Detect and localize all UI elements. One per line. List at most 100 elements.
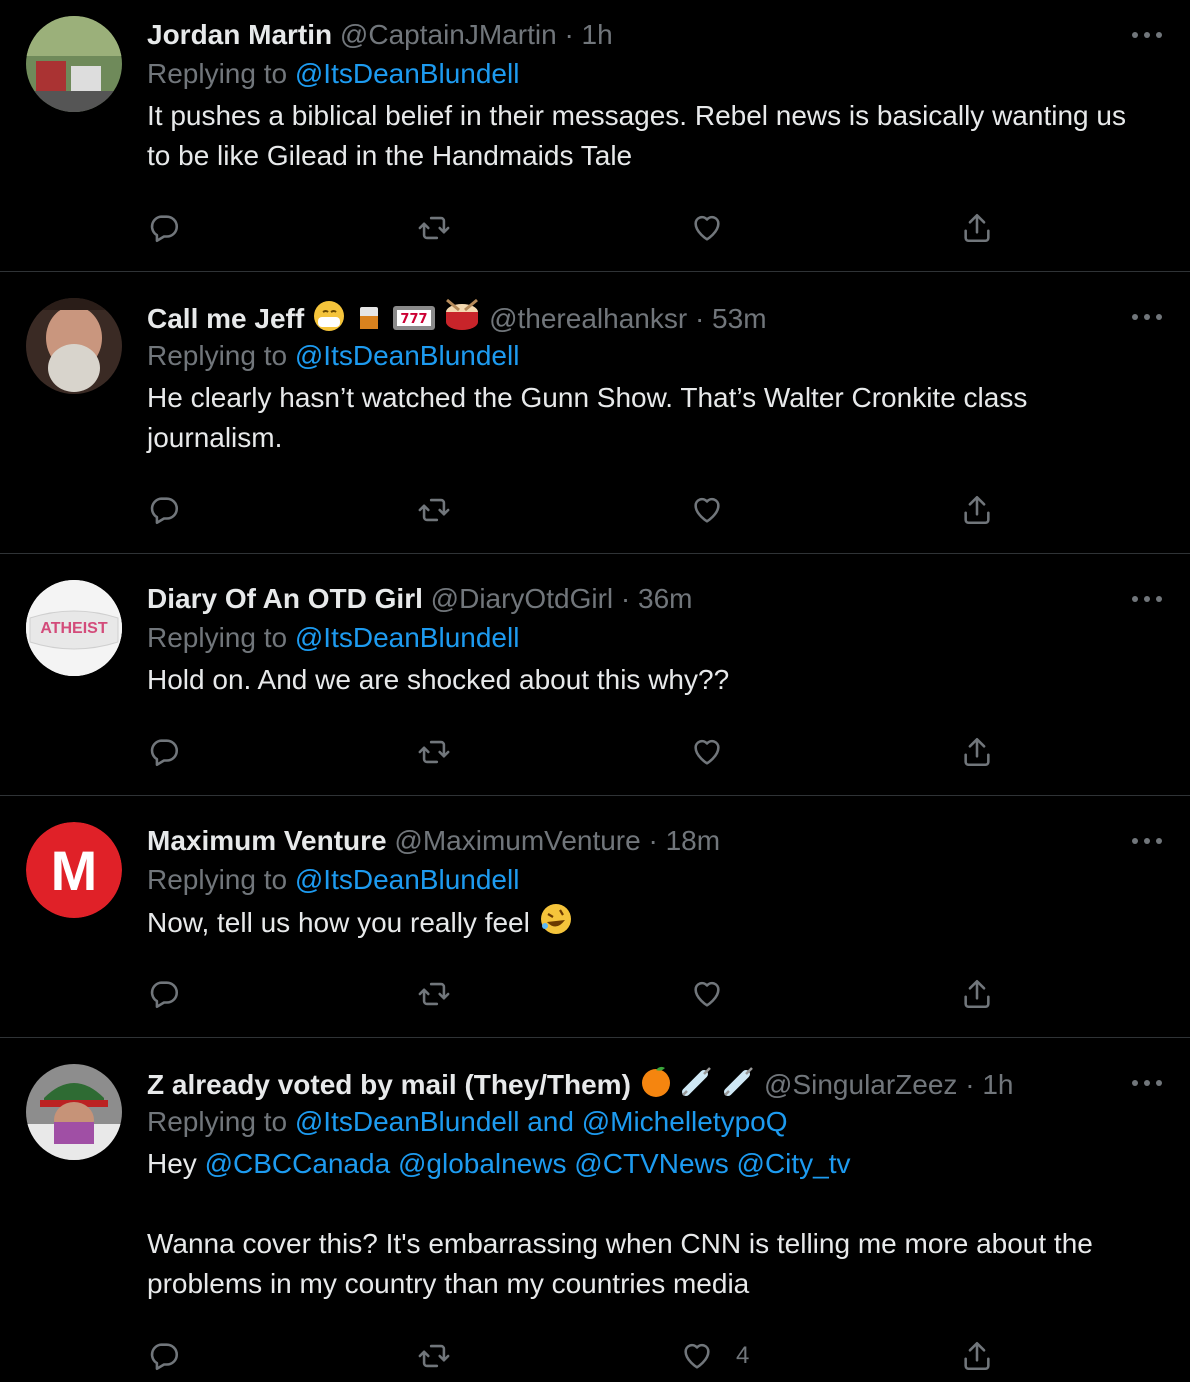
avatar[interactable] — [26, 16, 122, 112]
share-icon — [964, 737, 990, 767]
timestamp[interactable]: 36m — [638, 583, 692, 614]
share-icon — [964, 495, 990, 525]
more-options-icon[interactable] — [1130, 836, 1164, 846]
like-count: 4 — [736, 1342, 750, 1369]
user-handle[interactable]: @SingularZeez — [764, 1069, 957, 1100]
replying-to: Replying to @ItsDeanBlundell — [147, 864, 520, 895]
avatar[interactable] — [26, 298, 122, 394]
tweet-text: Now, tell us how you really feel — [147, 902, 1150, 947]
reply-button[interactable] — [147, 732, 181, 772]
timestamp[interactable]: 1h — [582, 19, 613, 50]
timestamp[interactable]: 53m — [712, 303, 766, 334]
svg-text:777: 777 — [400, 312, 427, 327]
tweet-text: Hold on. And we are shocked about this w… — [147, 664, 730, 695]
retweet-icon — [418, 982, 450, 1006]
tweet-mentions-line: Hey @CBCCanada @globalnews @CTVNews @Cit… — [147, 1148, 851, 1179]
like-button[interactable] — [690, 732, 746, 772]
reply-icon — [150, 981, 179, 1009]
like-button[interactable]: 4 — [680, 1336, 749, 1376]
share-button[interactable] — [960, 974, 994, 1014]
like-button[interactable] — [690, 208, 746, 248]
avatar[interactable] — [26, 1064, 122, 1160]
more-options-icon[interactable] — [1130, 1078, 1164, 1088]
retweet-button[interactable] — [417, 732, 451, 772]
heart-icon — [684, 1343, 710, 1369]
tweet[interactable]: Jordan Martin @CaptainJMartin · 1h Reply… — [0, 0, 1190, 272]
mention-link[interactable]: @City_tv — [737, 1148, 851, 1179]
reply-button[interactable] — [147, 208, 181, 248]
mention-link[interactable]: @ItsDeanBlundell — [295, 340, 520, 371]
tweet-header: Diary Of An OTD Girl @DiaryOtdGirl · 36m — [147, 583, 693, 614]
like-button[interactable] — [690, 974, 746, 1014]
user-handle[interactable]: @MaximumVenture — [394, 825, 640, 856]
tweet[interactable]: Z already voted by mail (They/Them) @Sin… — [0, 1038, 1190, 1382]
tweet-text: It pushes a biblical belief in their mes… — [147, 100, 1126, 171]
share-icon — [964, 213, 990, 243]
tweet[interactable]: M Maximum Venture @MaximumVenture · 18m … — [0, 796, 1190, 1038]
display-name[interactable]: Call me Jeff — [147, 303, 304, 334]
action-bar — [147, 490, 1007, 530]
share-button[interactable] — [960, 1336, 994, 1376]
more-options-icon[interactable] — [1130, 594, 1164, 604]
heart-icon — [694, 981, 720, 1007]
tweet[interactable]: Call me Jeff 777 @therealhanksr · 53m Re… — [0, 272, 1190, 554]
heart-icon — [694, 739, 720, 765]
retweet-button[interactable] — [417, 1336, 451, 1376]
replying-to: Replying to @ItsDeanBlundell and @Michel… — [147, 1106, 788, 1137]
retweet-icon — [418, 1344, 450, 1368]
mention-link[interactable]: @ItsDeanBlundell — [295, 622, 520, 653]
user-handle[interactable]: @CaptainJMartin — [340, 19, 557, 50]
action-bar — [147, 974, 1007, 1014]
reply-button[interactable] — [147, 1336, 181, 1376]
user-handle[interactable]: @therealhanksr — [489, 303, 687, 334]
share-button[interactable] — [960, 732, 994, 772]
action-bar — [147, 208, 1007, 248]
display-name[interactable]: Diary Of An OTD Girl — [147, 583, 423, 614]
reply-icon — [150, 215, 179, 243]
avatar[interactable]: M — [26, 822, 122, 918]
mention-link[interactable]: @globalnews — [398, 1148, 567, 1179]
retweet-button[interactable] — [417, 208, 451, 248]
heart-icon — [694, 215, 720, 241]
replying-to: Replying to @ItsDeanBlundell — [147, 58, 520, 89]
more-options-icon[interactable] — [1130, 312, 1164, 322]
retweet-icon — [418, 216, 450, 240]
mention-link[interactable]: @ItsDeanBlundell — [295, 58, 520, 89]
tweet-header: Z already voted by mail (They/Them) @Sin… — [147, 1064, 1150, 1102]
timestamp[interactable]: 1h — [982, 1069, 1013, 1100]
mention-link[interactable]: @ItsDeanBlundell — [295, 1106, 520, 1137]
tweet-header: Jordan Martin @CaptainJMartin · 1h — [147, 19, 613, 50]
replying-to: Replying to @ItsDeanBlundell — [147, 340, 520, 371]
display-name[interactable]: Z already voted by mail (They/Them) — [147, 1069, 631, 1100]
timestamp[interactable]: 18m — [666, 825, 720, 856]
retweet-icon — [418, 740, 450, 764]
user-handle[interactable]: @DiaryOtdGirl — [431, 583, 613, 614]
avatar-text: ATHEIST — [40, 620, 107, 637]
avatar[interactable]: ATHEIST — [26, 580, 122, 676]
tweet-text: Wanna cover this? It's embarrassing when… — [147, 1228, 1093, 1299]
more-options-icon[interactable] — [1130, 30, 1164, 40]
retweet-icon — [418, 498, 450, 522]
tweet-text: He clearly hasn’t watched the Gunn Show.… — [147, 382, 1028, 453]
display-name[interactable]: Jordan Martin — [147, 19, 332, 50]
reply-button[interactable] — [147, 490, 181, 530]
reply-button[interactable] — [147, 974, 181, 1014]
tweet[interactable]: ATHEIST Diary Of An OTD Girl @DiaryOtdGi… — [0, 554, 1190, 796]
reply-icon — [150, 739, 179, 767]
action-bar: 4 — [147, 1336, 1007, 1376]
share-button[interactable] — [960, 490, 994, 530]
action-bar — [147, 732, 1007, 772]
mention-link[interactable]: @MichelletypoQ — [582, 1106, 788, 1137]
share-button[interactable] — [960, 208, 994, 248]
mention-link[interactable]: @CTVNews — [574, 1148, 728, 1179]
avatar-text: M — [51, 839, 98, 902]
heart-icon — [694, 497, 720, 523]
share-icon — [964, 979, 990, 1009]
mention-link[interactable]: @CBCCanada — [205, 1148, 391, 1179]
mention-link[interactable]: @ItsDeanBlundell — [295, 864, 520, 895]
retweet-button[interactable] — [417, 974, 451, 1014]
like-button[interactable] — [690, 490, 746, 530]
replying-to: Replying to @ItsDeanBlundell — [147, 622, 520, 653]
retweet-button[interactable] — [417, 490, 451, 530]
display-name[interactable]: Maximum Venture — [147, 825, 387, 856]
